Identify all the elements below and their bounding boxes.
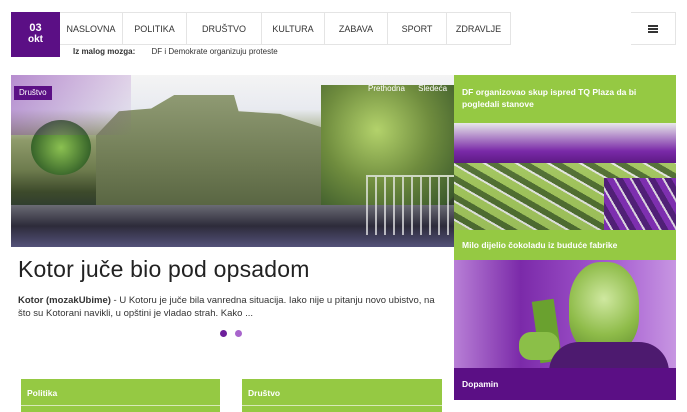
article-excerpt: Kotor (mozakUbime) - U Kotoru je juče bi… (18, 294, 443, 320)
sidebar-article-title[interactable]: Dopamin (462, 378, 498, 390)
slider-prev-button[interactable]: Prethodna (368, 84, 405, 93)
slider-image[interactable] (11, 75, 454, 247)
nav-item-naslovna[interactable]: NASLOVNA (60, 13, 123, 45)
slider-dot-active[interactable] (220, 330, 227, 337)
news-ticker: Iz malog mozga: DF i Demokrate organizuj… (73, 47, 278, 57)
date-day: 03 (29, 22, 42, 34)
nav-item-sport[interactable]: SPORT (388, 13, 447, 45)
sidebar-article-title[interactable]: Milo dijelio čokoladu iz buduće fabrike (462, 239, 617, 251)
sidebar-article-title-box[interactable]: DF organizovao skup ispred TQ Plaza da b… (454, 75, 676, 123)
article-title[interactable]: Kotor juče bio pod opsadom (18, 256, 310, 283)
category-label[interactable]: Politika (27, 388, 57, 398)
slider-nav: Prethodna Sledeća (368, 84, 458, 93)
slider-next-button[interactable]: Sledeća (418, 84, 447, 93)
slider-dot[interactable] (235, 330, 242, 337)
main-nav: NASLOVNA POLITIKA DRUŠTVO KULTURA ZABAVA… (60, 12, 511, 45)
ticker-link[interactable]: DF i Demokrate organizuju proteste (151, 47, 277, 56)
menu-button[interactable] (631, 12, 676, 45)
hamburger-icon (648, 24, 658, 33)
sidebar-article-title[interactable]: DF organizovao skup ispred TQ Plaza da b… (462, 86, 652, 110)
category-tag[interactable]: Društvo (14, 86, 52, 100)
nav-item-politika[interactable]: POLITIKA (123, 13, 187, 45)
sidebar-article-title-box[interactable]: Dopamin (454, 368, 676, 400)
nav-item-kultura[interactable]: KULTURA (262, 13, 325, 45)
sidebar-article-image[interactable] (454, 260, 676, 368)
sidebar-article-title-box[interactable]: Milo dijelio čokoladu iz buduće fabrike (454, 230, 676, 260)
sidebar-article-image[interactable] (454, 123, 676, 230)
nav-item-zabava[interactable]: ZABAVA (325, 13, 388, 45)
excerpt-lead: Kotor (mozakUbime) (18, 295, 111, 306)
category-label[interactable]: Društvo (248, 388, 280, 398)
nav-item-drustvo[interactable]: DRUŠTVO (187, 13, 262, 45)
date-box: 03 okt (11, 12, 60, 57)
nav-item-zdravlje[interactable]: ZDRAVLJE (447, 13, 511, 45)
category-header-drustvo[interactable]: Društvo (242, 379, 442, 412)
ticker-label: Iz malog mozga: (73, 47, 136, 56)
slider-dots (220, 330, 242, 337)
category-header-politika[interactable]: Politika (21, 379, 220, 412)
date-month: okt (28, 34, 43, 45)
